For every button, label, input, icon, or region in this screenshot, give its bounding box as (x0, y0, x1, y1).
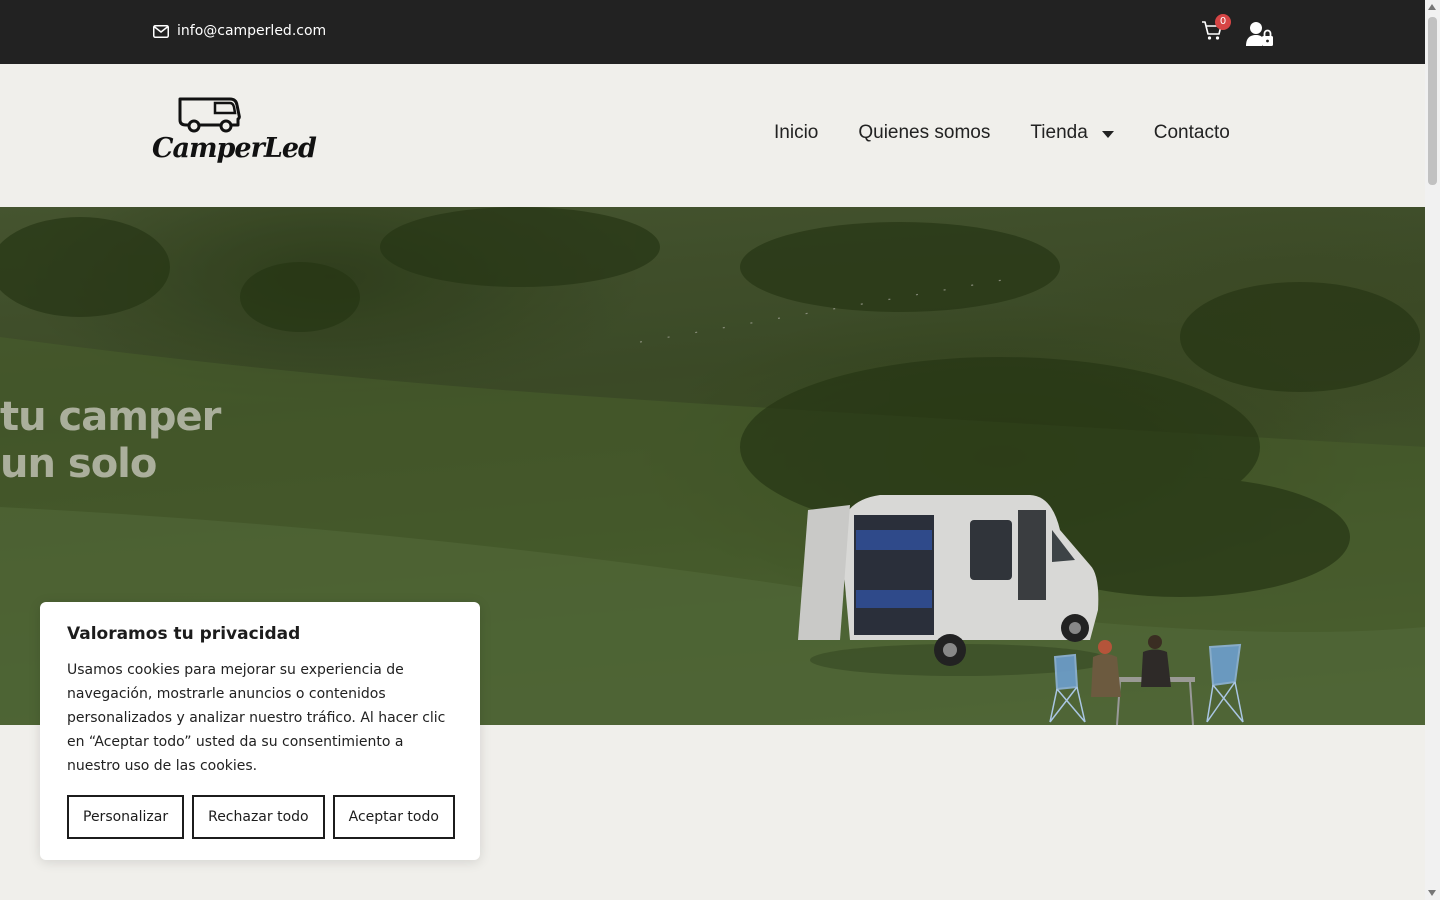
scrollbar-thumb[interactable] (1428, 17, 1437, 185)
nav-item-label: Quienes somos (858, 122, 991, 143)
cookie-button-group: Personalizar Rechazar todo Aceptar todo (67, 795, 455, 839)
page-scrollbar[interactable] (1425, 0, 1440, 900)
scroll-down-arrow-icon[interactable] (1428, 890, 1436, 896)
nav-item-label: Tienda (1030, 122, 1088, 143)
scroll-up-arrow-icon[interactable] (1428, 4, 1436, 10)
main-nav: Inicio Quienes somos Tienda Contacto (774, 122, 1230, 144)
account-button[interactable] (1246, 21, 1274, 47)
hero-heading-line1: tu camper (0, 394, 221, 440)
caret-down-icon (1101, 130, 1114, 138)
nav-item-quienes-somos[interactable]: Quienes somos (858, 122, 990, 144)
camping-chairs-photo (1049, 635, 1244, 725)
camper-van-icon (178, 97, 241, 133)
accept-all-button[interactable]: Aceptar todo (332, 795, 455, 839)
top-bar: info@camperled.com 0 (0, 0, 1425, 64)
nav-item-tienda[interactable]: Tienda (1030, 122, 1114, 144)
customize-button[interactable]: Personalizar (67, 795, 185, 839)
site-header: CamperLed Inicio Quienes somos Tienda Co… (0, 64, 1425, 207)
nav-item-inicio[interactable]: Inicio (774, 122, 818, 144)
cart-count-badge: 0 (1215, 14, 1231, 30)
reject-all-button[interactable]: Rechazar todo (192, 795, 325, 839)
hero-heading-line2: un solo (0, 441, 157, 487)
user-lock-icon (1246, 22, 1273, 46)
email-link[interactable]: info@camperled.com (153, 23, 326, 39)
site-logo[interactable]: CamperLed (152, 95, 317, 175)
logo-text: CamperLed (152, 133, 317, 164)
email-text: info@camperled.com (177, 23, 327, 39)
cookie-consent-panel: Valoramos tu privacidad Usamos cookies p… (40, 602, 480, 860)
hero-heading: tu camper un solo (0, 394, 221, 488)
envelope-icon (153, 24, 169, 38)
nav-item-label: Inicio (774, 122, 819, 143)
nav-item-label: Contacto (1153, 122, 1230, 143)
cookie-title: Valoramos tu privacidad (67, 624, 301, 644)
nav-item-contacto[interactable]: Contacto (1154, 122, 1230, 144)
cookie-body: Usamos cookies para mejorar su experienc… (67, 662, 446, 774)
cart-button[interactable]: 0 (1201, 14, 1231, 44)
